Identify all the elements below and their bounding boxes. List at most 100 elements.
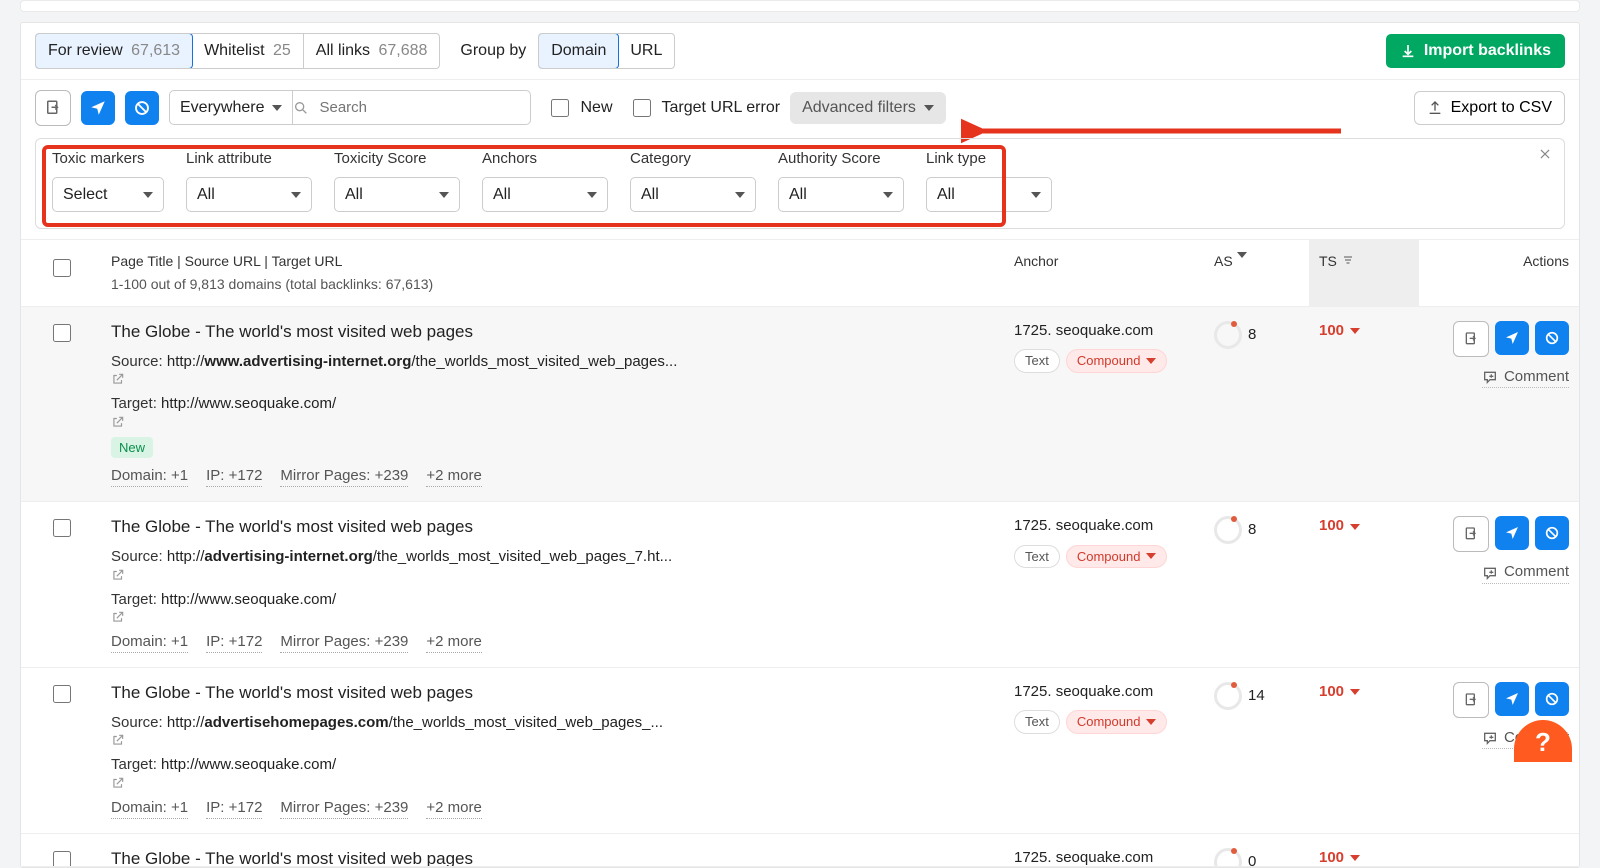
search-field-wrap [283,90,531,126]
new-checkbox[interactable]: New [547,96,612,120]
group-by-url[interactable]: URL [618,34,674,68]
row-whitelist-button[interactable] [1453,516,1489,552]
filter-dropdown[interactable]: All [778,177,904,213]
top-tabs-bar: For review 67,613 Whitelist 25 All links… [21,23,1579,80]
row-checkbox[interactable] [53,851,71,867]
search-scope-dropdown[interactable]: Everywhere [169,90,293,126]
meta-item[interactable]: +2 more [426,798,481,819]
external-link-icon[interactable] [111,610,994,624]
import-backlinks-button[interactable]: Import backlinks [1386,34,1565,68]
meta-item[interactable]: IP: +172 [206,798,262,819]
external-link-icon[interactable] [111,415,994,429]
adv-filters-label: Advanced filters [802,99,916,117]
meta-item[interactable]: Domain: +1 [111,466,188,487]
external-link-icon[interactable] [111,372,994,386]
col-anchor: Anchor [1004,240,1204,306]
external-link-icon[interactable] [111,733,994,747]
meta-item[interactable]: Mirror Pages: +239 [280,466,408,487]
row-send-button[interactable] [1495,321,1529,355]
filter-dropdown[interactable]: All [926,177,1052,213]
row-source: Source: http://www.advertising-internet.… [111,352,994,386]
group-by-domain[interactable]: Domain [538,33,619,69]
download-icon [1400,43,1416,59]
row-comment-button[interactable]: Comment [1482,367,1569,388]
target-url[interactable]: http://www.seoquake.com/ [161,395,336,412]
source-url[interactable]: http://advertising-internet.org/the_worl… [167,548,672,565]
row-send-button[interactable] [1495,516,1529,550]
filter-dropdown[interactable]: Select [52,177,164,213]
tag-compound[interactable]: Compound [1066,545,1168,569]
as-gauge-icon [1214,848,1242,867]
filter-dropdown[interactable]: All [334,177,460,213]
tag-compound[interactable]: Compound [1066,349,1168,373]
meta-item[interactable]: +2 more [426,466,481,487]
row-ts[interactable]: 100 [1309,668,1419,833]
source-url[interactable]: http://advertisehomepages.com/the_worlds… [167,714,663,731]
external-link-icon[interactable] [111,568,994,582]
tab-for-review[interactable]: For review 67,613 [35,33,193,69]
meta-item[interactable]: IP: +172 [206,632,262,653]
filter-link-type: Link typeAll [926,149,1052,213]
tab-whitelist[interactable]: Whitelist 25 [192,34,304,68]
export-csv-button[interactable]: Export to CSV [1414,91,1565,125]
row-whitelist-button[interactable] [1453,682,1489,718]
col-actions: Actions [1419,240,1579,306]
meta-item[interactable]: +2 more [426,632,481,653]
row-main: The Globe - The world's most visited web… [101,668,1004,833]
row-select [21,834,101,867]
target-url[interactable]: http://www.seoquake.com/ [161,591,336,608]
target-url-error-checkbox[interactable]: Target URL error [629,96,781,120]
filter-category: CategoryAll [630,149,756,213]
row-select [21,668,101,833]
row-ts[interactable]: 100 [1309,834,1419,867]
target-err-checkbox-input[interactable] [633,99,651,117]
advanced-filters-button[interactable]: Advanced filters [790,92,946,124]
source-url[interactable]: http://www.advertising-internet.org/the_… [167,353,678,370]
row-checkbox[interactable] [53,685,71,703]
row-comment-button[interactable]: Comment [1482,562,1569,583]
new-checkbox-input[interactable] [551,99,569,117]
row-disavow-button[interactable] [1535,682,1569,716]
filter-label: Authority Score [778,149,904,169]
row-checkbox[interactable] [53,519,71,537]
meta-item[interactable]: Mirror Pages: +239 [280,798,408,819]
filter-dropdown[interactable]: All [186,177,312,213]
tab-all-links[interactable]: All links 67,688 [304,34,440,68]
ts-value: 100 [1319,321,1344,341]
upload-icon [1427,100,1443,116]
meta-item[interactable]: Domain: +1 [111,798,188,819]
row-ts[interactable]: 100 [1309,307,1419,501]
filter-authority-score: Authority Score All [778,149,904,213]
filter-value: All [789,184,807,206]
anchor-text: 1725. seoquake.com [1014,848,1194,867]
as-gauge-icon [1214,682,1242,710]
row-whitelist-button[interactable] [1453,321,1489,357]
meta-item[interactable]: Domain: +1 [111,632,188,653]
filter-dropdown[interactable]: All [482,177,608,213]
scope-label: Everywhere [180,97,264,119]
meta-item[interactable]: Mirror Pages: +239 [280,632,408,653]
search-input[interactable] [317,98,520,117]
row-send-button[interactable] [1495,682,1529,716]
export-label: Export to CSV [1451,99,1552,117]
external-link-icon[interactable] [111,776,994,790]
row-checkbox[interactable] [53,324,71,342]
target-url[interactable]: http://www.seoquake.com/ [161,756,336,773]
close-filters-button[interactable] [1538,147,1552,161]
col-ts[interactable]: TS [1309,240,1419,306]
select-all-checkbox[interactable] [53,259,71,277]
row-disavow-button[interactable] [1535,516,1569,550]
filter-dropdown[interactable]: All [630,177,756,213]
tag-compound[interactable]: Compound [1066,710,1168,734]
row-ts[interactable]: 100 [1309,502,1419,667]
send-button[interactable] [81,91,115,125]
move-to-whitelist-button[interactable] [35,90,71,126]
disavow-button[interactable] [125,91,159,125]
col-as[interactable]: AS [1204,240,1309,306]
meta-item[interactable]: IP: +172 [206,466,262,487]
as-value: 8 [1248,520,1256,540]
row-disavow-button[interactable] [1535,321,1569,355]
chevron-down-icon [272,105,282,111]
anchor-text: 1725. seoquake.com [1014,516,1194,536]
as-value: 0 [1248,852,1256,867]
